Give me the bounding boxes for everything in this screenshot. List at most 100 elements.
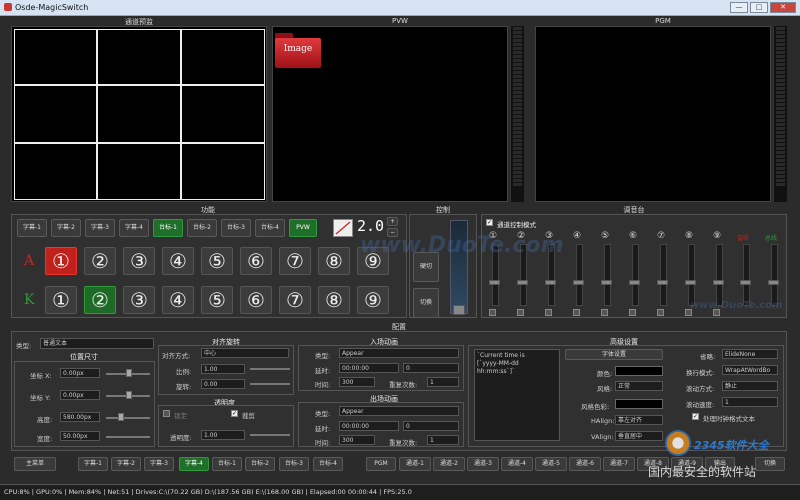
bottom-sub-2[interactable]: 字幕-2 [111,457,141,471]
mixer-fader-8[interactable] [688,244,695,306]
row-b-9[interactable]: ⑨ [357,286,389,314]
row-b-2[interactable]: ② [84,286,116,314]
bottom-channel-3[interactable]: 通道-3 [467,457,499,471]
out-type-select[interactable]: Appear [339,406,459,416]
row-a-6[interactable]: ⑥ [240,247,272,275]
crop-checkbox[interactable]: ✓ [231,410,238,417]
bottom-channel-7[interactable]: 通道-7 [603,457,635,471]
bottom-logo-2[interactable]: 台标-2 [245,457,275,471]
bottom-channel-4[interactable]: 通道-4 [501,457,533,471]
mixer-mute-7[interactable] [657,309,664,316]
wrap-select[interactable]: WrapAtWordBo [722,365,778,375]
mixer-mute-4[interactable] [573,309,580,316]
lock-checkbox[interactable] [163,410,170,417]
height-slider[interactable] [106,417,150,419]
multiview-cell-9[interactable] [181,143,265,200]
bottom-channel-1[interactable]: 通道-1 [399,457,431,471]
mixer-mute-6[interactable] [629,309,636,316]
multiview-cell-5[interactable] [97,85,181,143]
x-input[interactable]: 0.00px [60,368,100,378]
mixer-mute-5[interactable] [601,309,608,316]
bottom-pgm-button[interactable]: PGM [366,457,396,471]
func-button-pvw[interactable]: PVW [289,219,317,237]
mixer-fader-6[interactable] [632,244,639,306]
multiview-cell-3[interactable] [181,29,265,85]
func-button-5[interactable]: 台标-1 [153,219,183,237]
x-slider-knob[interactable] [126,369,132,377]
out-repeat-input[interactable]: 1 [427,435,459,445]
mixer-fader-monitor[interactable] [743,244,750,306]
y-input[interactable]: 0.00px [60,390,100,400]
func-button-6[interactable]: 台标-2 [187,219,217,237]
mixer-fader-7[interactable] [660,244,667,306]
clock-format-checkbox[interactable]: ✓ [692,413,699,420]
multiview-cell-6[interactable] [181,85,265,143]
transition-curve-icon[interactable] [333,219,353,237]
bottom-logo-3[interactable]: 台标-3 [279,457,309,471]
mixer-mute-1[interactable] [489,309,496,316]
fader-knob[interactable] [517,280,528,285]
y-slider-knob[interactable] [126,391,132,399]
row-a-1[interactable]: ① [45,247,77,275]
type-select[interactable]: 普通文本 [40,338,154,349]
scale-slider[interactable] [250,368,290,370]
bottom-sub-3[interactable]: 字幕-3 [144,457,174,471]
align-select[interactable]: 中心 [201,348,289,358]
mixer-mute-3[interactable] [545,309,552,316]
multiview-cell-4[interactable] [14,85,97,143]
bottom-switch-button[interactable]: 切换 [755,457,785,471]
font-settings-button[interactable]: 字体设置 [565,349,663,360]
row-b-6[interactable]: ⑥ [240,286,272,314]
fader-knob[interactable] [657,280,668,285]
out-delay-frames[interactable]: 0 [403,421,459,431]
height-input[interactable]: 580.00px [60,412,100,422]
row-a-4[interactable]: ④ [162,247,194,275]
row-b-5[interactable]: ⑤ [201,286,233,314]
row-a-2[interactable]: ② [84,247,116,275]
fader-knob[interactable] [489,280,500,285]
row-b-1[interactable]: ① [45,286,77,314]
row-a-5[interactable]: ⑤ [201,247,233,275]
bottom-sub-4[interactable]: 字幕-4 [179,457,209,471]
row-a-7[interactable]: ⑦ [279,247,311,275]
func-button-2[interactable]: 字幕-2 [51,219,81,237]
bottom-channel-6[interactable]: 通道-6 [569,457,601,471]
fader-knob[interactable] [740,280,751,285]
fader-knob[interactable] [601,280,612,285]
row-a-8[interactable]: ⑧ [318,247,350,275]
fader-knob[interactable] [573,280,584,285]
width-input[interactable]: 50.00px [60,431,100,441]
valign-select[interactable]: 垂直居中 [615,431,663,441]
in-time-input[interactable]: 300 [339,377,375,387]
scroll-mode-select[interactable]: 静止 [722,381,778,391]
opacity-input[interactable]: 1.00 [201,430,245,440]
multiview-cell-2[interactable] [97,29,181,85]
style-select[interactable]: 正常 [615,381,663,391]
channel-control-checkbox[interactable]: ✓ [486,219,493,226]
fader-knob[interactable] [685,280,696,285]
fader-knob[interactable] [629,280,640,285]
minimize-button[interactable]: — [730,2,748,13]
in-type-select[interactable]: Appear [339,348,459,358]
rotate-slider[interactable] [250,383,290,385]
in-delay-input[interactable]: 00:00:00 [339,363,399,373]
auto-transition-button[interactable]: 切换 [413,288,439,318]
fader-knob[interactable] [545,280,556,285]
func-button-7[interactable]: 台标-3 [221,219,251,237]
text-content-editor[interactable]: `Current time is [`yyyy-MM-dd hh:mm:ss`]… [474,349,560,441]
scale-input[interactable]: 1.00 [201,364,245,374]
out-delay-input[interactable]: 00:00:00 [339,421,399,431]
in-repeat-input[interactable]: 1 [427,377,459,387]
image-folder-icon[interactable]: Image [275,33,321,68]
row-a-3[interactable]: ③ [123,247,155,275]
t-bar-handle[interactable] [453,305,465,315]
rotate-input[interactable]: 0.00 [201,379,245,389]
row-b-4[interactable]: ④ [162,286,194,314]
row-b-7[interactable]: ⑦ [279,286,311,314]
width-slider[interactable] [106,436,150,438]
mixer-fader-5[interactable] [604,244,611,306]
in-delay-frames[interactable]: 0 [403,363,459,373]
bottom-logo-1[interactable]: 台标-1 [212,457,242,471]
close-button[interactable]: ✕ [770,2,796,13]
func-button-1[interactable]: 字幕-1 [17,219,47,237]
